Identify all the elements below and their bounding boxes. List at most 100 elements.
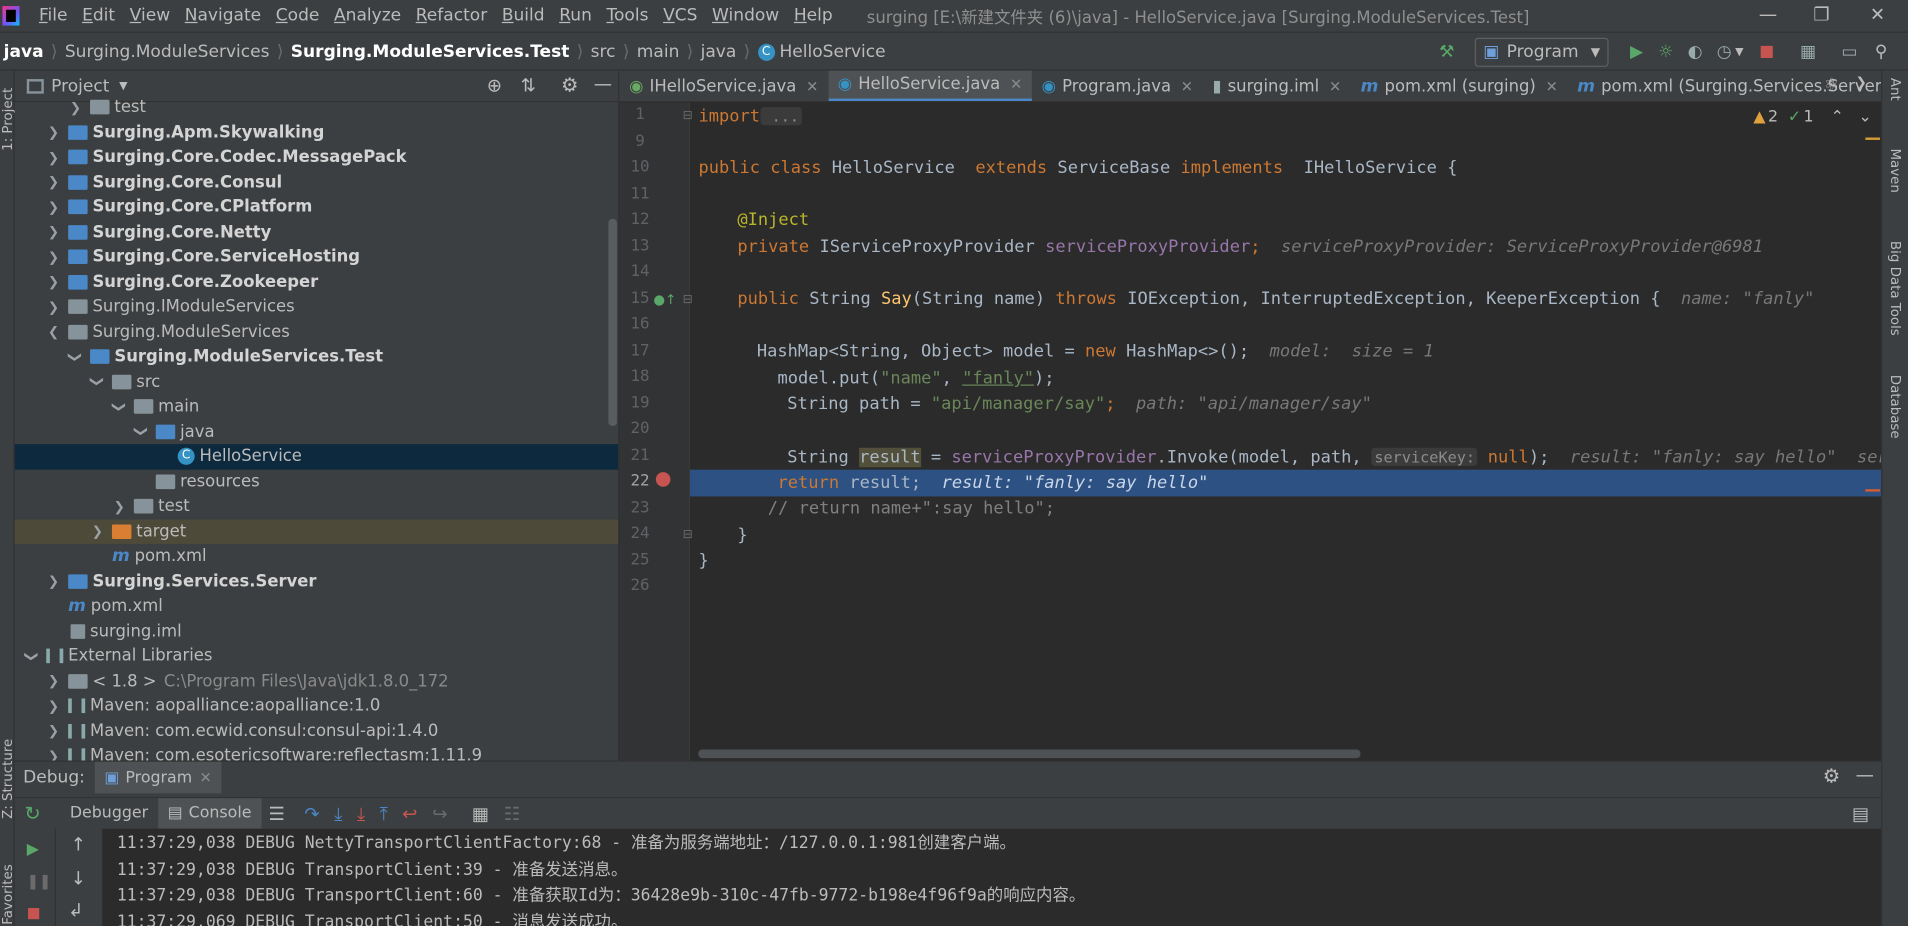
stop-icon[interactable]: ■ bbox=[27, 904, 41, 921]
menu-file[interactable]: File bbox=[32, 0, 75, 32]
tree-item[interactable]: ❯ Surging.IModuleServices bbox=[15, 294, 619, 319]
search-icon[interactable]: ⚲ bbox=[1870, 41, 1892, 63]
collapse-all-icon[interactable]: ⇅ bbox=[521, 74, 536, 96]
tree-item[interactable]: ❯ Surging.Core.ServiceHosting bbox=[15, 245, 619, 270]
tree-item[interactable]: ❯ Surging.Apm.Skywalking bbox=[15, 120, 619, 145]
tree-item[interactable]: ❯ < 1.8 > C:\Program Files\Java\jdk1.8.0_1… bbox=[15, 669, 619, 694]
menu-navigate[interactable]: Navigate bbox=[177, 0, 268, 32]
minimize-icon[interactable]: — bbox=[1740, 0, 1796, 32]
tree-item[interactable]: ❯ Surging.Core.CPlatform bbox=[15, 195, 619, 220]
previous-highlight-icon[interactable]: ⌃ bbox=[1831, 108, 1844, 126]
tree-item[interactable]: resources bbox=[15, 469, 619, 494]
error-stripe-marker[interactable] bbox=[1865, 489, 1880, 492]
debug-session-tab[interactable]: ▣ Program ✕ bbox=[94, 761, 222, 794]
evaluate-expression-icon[interactable]: ▦ bbox=[472, 802, 489, 824]
step-over-icon[interactable]: ⤓ bbox=[334, 802, 342, 824]
error-stripe-marker[interactable] bbox=[1865, 137, 1880, 140]
tab-surging-iml[interactable]: ▮ surging.iml ✕ bbox=[1203, 71, 1351, 101]
tree-item[interactable]: ❯ External Libraries bbox=[15, 644, 619, 669]
menu-analyze[interactable]: Analyze bbox=[327, 0, 409, 32]
menu-code[interactable]: Code bbox=[268, 0, 326, 32]
tab-console[interactable]: ▤ Console bbox=[157, 797, 262, 830]
layout-icon[interactable]: ▭ bbox=[1839, 41, 1861, 63]
tab-pom-surging[interactable]: m pom.xml (surging) ✕ bbox=[1351, 71, 1568, 101]
close-icon[interactable]: ✕ bbox=[1010, 75, 1022, 92]
code-editor[interactable]: 1 9 10 11 12 13 14 15 16 17 18 19 20 21 … bbox=[619, 102, 1882, 761]
tree-item[interactable]: ❯ Surging.Services.Server bbox=[15, 569, 619, 594]
maven-tool-button[interactable]: Maven bbox=[1887, 148, 1903, 192]
stop-icon[interactable]: ■ bbox=[1756, 41, 1778, 63]
tab-program[interactable]: ◉ Program.java ✕ bbox=[1032, 71, 1203, 101]
tree-item[interactable]: m pom.xml bbox=[15, 594, 619, 619]
tree-item[interactable]: ❮ Surging.ModuleServices bbox=[15, 319, 619, 344]
tree-item[interactable]: ❯ main bbox=[15, 394, 619, 419]
database-tool-button[interactable]: Database bbox=[1887, 375, 1903, 439]
structure-tool-button[interactable]: Z: Structure bbox=[0, 739, 16, 819]
menu-build[interactable]: Build bbox=[495, 0, 552, 32]
layout-settings-icon[interactable]: ▤ bbox=[1852, 803, 1869, 825]
menu-tools[interactable]: Tools bbox=[599, 0, 656, 32]
drop-frame-icon[interactable]: ↩ bbox=[402, 802, 417, 824]
tree-item[interactable]: ❯ Surging.Core.Netty bbox=[15, 220, 619, 245]
close-icon[interactable]: ✕ bbox=[806, 77, 818, 94]
implements-marker-icon[interactable]: ●↑ bbox=[653, 292, 676, 308]
frames-icon[interactable]: ☰ bbox=[269, 802, 285, 824]
hide-panel-icon[interactable]: — bbox=[594, 73, 612, 95]
console-output[interactable]: 11:37:29,038 DEBUG NettyTransportClientF… bbox=[102, 828, 1882, 926]
run-configuration-select[interactable]: ▣ Program ▼ bbox=[1474, 37, 1609, 67]
locate-icon[interactable]: ⊕ bbox=[487, 74, 502, 96]
profile-icon[interactable]: ◷ bbox=[1713, 41, 1735, 63]
tree-item-selected[interactable]: C HelloService bbox=[14, 444, 619, 470]
show-execution-point-icon[interactable]: ↷ bbox=[304, 802, 319, 824]
gear-icon[interactable]: ⚙ bbox=[561, 73, 578, 96]
menu-edit[interactable]: Edit bbox=[75, 0, 123, 32]
tree-item[interactable]: ❯ Surging.ModuleServices.Test bbox=[15, 344, 619, 369]
tree-item[interactable]: ❯ test bbox=[15, 95, 619, 120]
tree-item[interactable]: m pom.xml bbox=[15, 544, 619, 569]
tree-item[interactable]: ❯ Maven: aopalliance:aopalliance:1.0 bbox=[15, 694, 619, 719]
tree-item[interactable]: surging.iml bbox=[15, 619, 619, 644]
close-icon[interactable]: ✕ bbox=[1546, 77, 1558, 94]
project-view-label[interactable]: Project bbox=[51, 76, 109, 95]
next-highlight-icon[interactable]: ⌄ bbox=[1859, 108, 1872, 126]
build-hammer-icon[interactable]: ⚒ bbox=[1436, 41, 1458, 63]
tree-item[interactable]: ❯ java bbox=[15, 419, 619, 444]
menu-refactor[interactable]: Refactor bbox=[408, 0, 494, 32]
breadcrumb-java[interactable]: java bbox=[701, 43, 737, 62]
inspection-widget[interactable]: ▲ 2 ✓ 1 ⌃ ⌄ bbox=[1753, 108, 1871, 126]
close-window-icon[interactable]: ✕ bbox=[1850, 0, 1906, 32]
menu-view[interactable]: View bbox=[122, 0, 177, 32]
breadcrumb-module-services-test[interactable]: Surging.ModuleServices.Test bbox=[291, 43, 570, 62]
menu-window[interactable]: Window bbox=[705, 0, 787, 32]
arrow-up-icon[interactable]: ↑ bbox=[71, 834, 86, 856]
editor-horizontal-scrollbar[interactable] bbox=[698, 749, 1361, 759]
favorites-tool-button[interactable]: Favorites bbox=[0, 864, 16, 924]
tab-debugger[interactable]: Debugger bbox=[60, 798, 158, 830]
step-out-icon[interactable]: ⤒ bbox=[380, 802, 388, 824]
menu-help[interactable]: Help bbox=[787, 0, 840, 32]
menu-run[interactable]: Run bbox=[552, 0, 599, 32]
breadcrumb-module-services[interactable]: Surging.ModuleServices bbox=[65, 43, 270, 62]
ant-tool-button[interactable]: Ant bbox=[1887, 78, 1903, 101]
tree-item[interactable]: ❯ target bbox=[14, 518, 619, 544]
profile-dropdown-icon[interactable]: ▼ bbox=[1735, 46, 1743, 58]
restore-icon[interactable]: ❐ bbox=[1794, 0, 1850, 32]
coverage-icon[interactable]: ◐ bbox=[1684, 41, 1706, 63]
step-into-icon[interactable]: ⤓ bbox=[357, 802, 365, 824]
arrow-down-icon[interactable]: ↓ bbox=[71, 868, 86, 890]
menu-vcs[interactable]: VCS bbox=[656, 0, 705, 32]
project-structure-icon[interactable]: ▦ bbox=[1797, 41, 1819, 63]
pause-icon[interactable]: ❚❚ bbox=[27, 872, 51, 889]
chevron-down-icon[interactable]: ▼ bbox=[119, 80, 127, 92]
tab-helloservice[interactable]: ◉ HelloService.java ✕ bbox=[828, 70, 1032, 101]
debug-icon[interactable]: ☼ bbox=[1655, 41, 1677, 63]
project-tool-button[interactable]: 1: Project bbox=[0, 88, 16, 151]
run-to-cursor-icon[interactable]: ↪ bbox=[432, 802, 447, 824]
trace-icon[interactable]: ☷ bbox=[504, 802, 520, 824]
chevron-down-icon[interactable]: ❯ bbox=[1856, 74, 1867, 90]
tree-item[interactable]: ❯ Surging.Core.Zookeeper bbox=[15, 270, 619, 295]
close-icon[interactable]: ✕ bbox=[199, 769, 211, 786]
tree-item[interactable]: ❯ Maven: com.esotericsoftware:reflectasm:… bbox=[15, 743, 619, 761]
resume-icon[interactable]: ▶ bbox=[27, 841, 39, 859]
tab-ihelloservice[interactable]: ◉ IHelloService.java ✕ bbox=[619, 71, 828, 101]
